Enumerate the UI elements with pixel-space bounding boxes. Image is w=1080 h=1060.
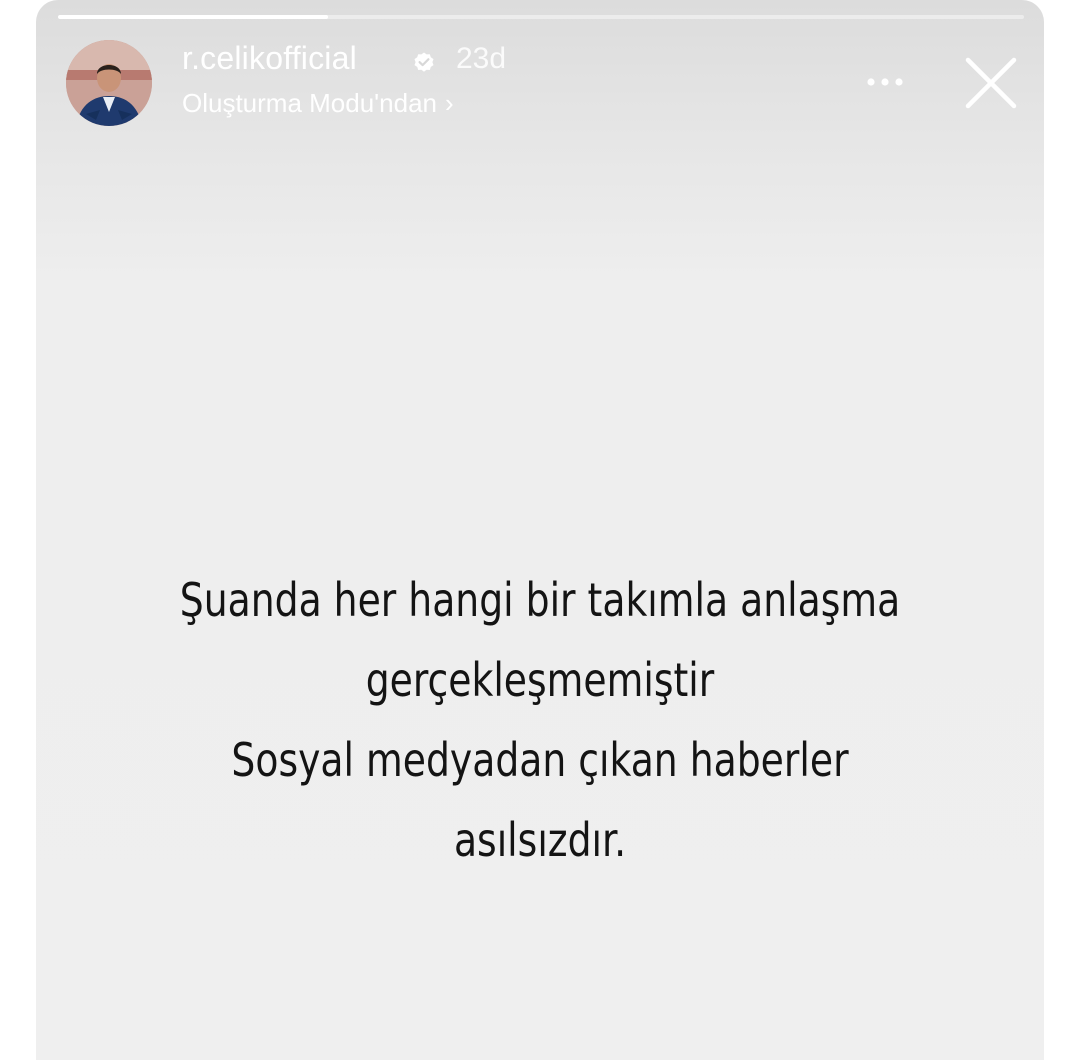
caption-line-2: gerçekleşmemiştir	[365, 653, 715, 707]
caption-line-4: asılsızdır.	[453, 813, 627, 867]
create-mode-label: Oluşturma Modu'ndan	[182, 88, 437, 118]
close-icon[interactable]	[960, 52, 1022, 114]
caption-line-3: Sosyal medyadan çıkan haberler	[231, 733, 849, 787]
avatar[interactable]	[66, 40, 152, 126]
caption-line-1: Şuanda her hangi bir takımla anlaşma	[179, 573, 901, 627]
story-progress-bar	[58, 15, 1024, 19]
avatar-image	[66, 40, 152, 126]
create-mode-link[interactable]: Oluşturma Modu'ndan ›	[182, 88, 454, 119]
time-ago: 23d	[456, 42, 507, 75]
username[interactable]: r.celikofficial	[182, 40, 357, 77]
chevron-right-icon: ›	[445, 88, 454, 118]
story-viewer[interactable]: r.celikofficial 23d Oluşturma Modu'ndan ›…	[36, 0, 1044, 1060]
story-caption: Şuanda her hangi bir takımla anlaşma ger…	[127, 560, 954, 880]
verified-badge-icon	[414, 52, 434, 72]
more-dots-icon[interactable]	[862, 64, 908, 100]
story-progress-fill	[58, 15, 329, 19]
